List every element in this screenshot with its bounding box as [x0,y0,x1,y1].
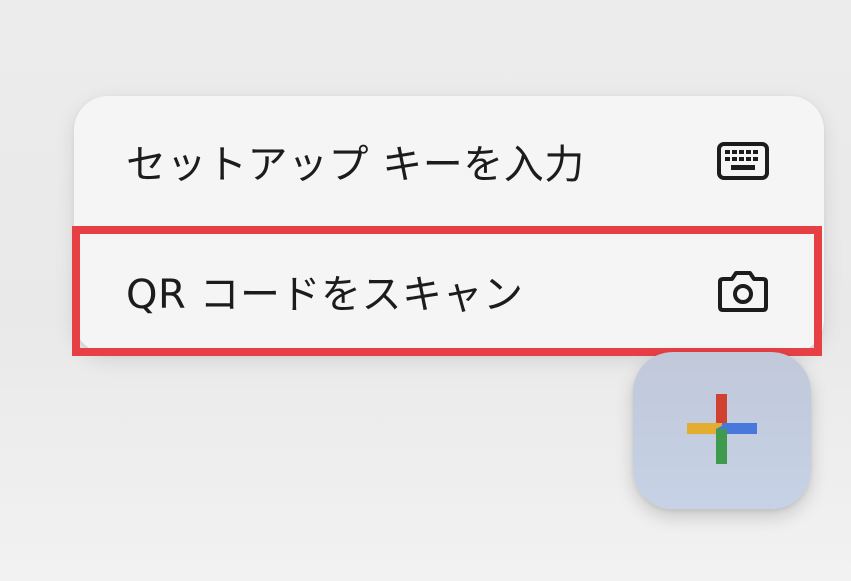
add-account-menu: セットアップ キーを入力 QR コードをスキャン [74,96,824,354]
scan-qr-code-label: QR コードをスキャン [126,272,524,318]
camera-icon [716,264,770,318]
enter-setup-key-menu-item[interactable]: セットアップ キーを入力 [74,96,824,226]
keyboard-icon [716,134,770,188]
add-button[interactable] [633,352,811,509]
google-plus-icon [685,392,759,470]
scan-qr-code-menu-item[interactable]: QR コードをスキャン [74,228,824,354]
enter-setup-key-label: セットアップ キーを入力 [126,142,585,188]
